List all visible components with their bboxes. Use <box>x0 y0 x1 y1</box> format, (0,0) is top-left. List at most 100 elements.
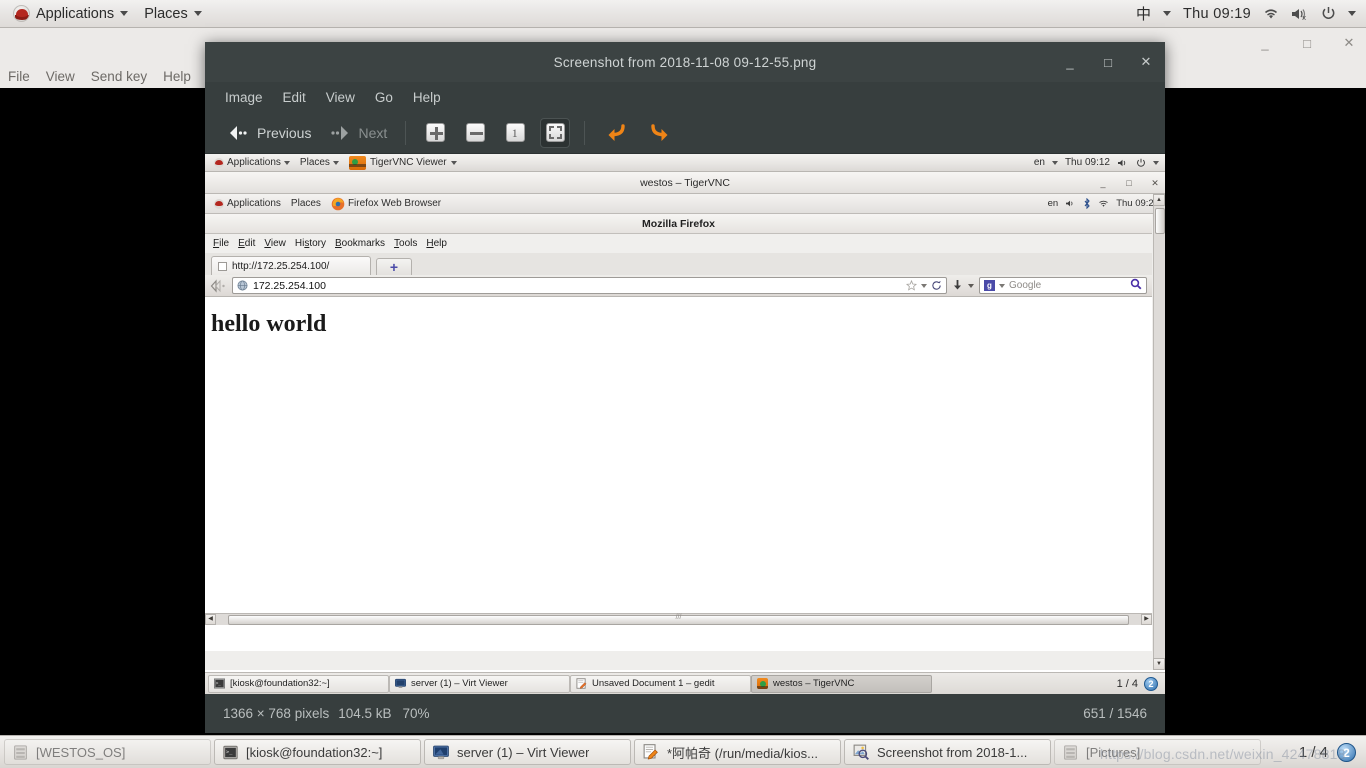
bg-minimize-button[interactable]: _ <box>1258 36 1272 51</box>
firefox-menu-tools[interactable]: Tools <box>394 238 417 249</box>
image-viewer-minimize-button[interactable]: _ <box>1063 55 1077 70</box>
taskbar-item-screenshot[interactable]: Screenshot from 2018-1... <box>844 739 1051 765</box>
download-arrow-icon[interactable] <box>952 279 963 292</box>
taskbar-item-terminal[interactable]: >_ [kiosk@foundation32:~] <box>214 739 421 765</box>
menu-help[interactable]: Help <box>413 90 441 105</box>
scroll-down-arrow[interactable]: ▼ <box>1153 658 1165 670</box>
taskbar-item-virt-viewer[interactable]: server (1) – Virt Viewer <box>424 739 631 765</box>
applications-menu[interactable]: Applications <box>6 2 135 25</box>
bg-menu-help[interactable]: Help <box>163 69 191 84</box>
places-menu[interactable]: Places <box>137 3 209 25</box>
chevron-down-icon[interactable] <box>1153 160 1159 165</box>
inner-places-menu[interactable]: Places <box>295 157 344 168</box>
rotate-clockwise-button[interactable] <box>643 116 677 150</box>
power-icon[interactable] <box>1321 6 1336 21</box>
taskbar-item-label: [kiosk@foundation32:~] <box>246 744 383 760</box>
bg-menu-send-key[interactable]: Send key <box>91 69 147 84</box>
menu-image[interactable]: Image <box>225 90 263 105</box>
workspace-indicator[interactable]: 1 / 4 <box>1299 744 1328 761</box>
zoom-in-button[interactable] <box>420 118 450 148</box>
inner-workspace-badge[interactable]: 2 <box>1144 676 1158 691</box>
firefox-titlebar[interactable]: Mozilla Firefox <box>205 214 1152 234</box>
url-bar[interactable]: 172.25.254.100 <box>232 277 947 294</box>
volume-muted-icon[interactable] <box>1117 158 1129 168</box>
inner-taskbar-item-terminal[interactable]: >_ [kiosk@foundation32:~] <box>208 674 389 693</box>
horizontal-scroll-thumb[interactable] <box>228 614 1129 625</box>
inner-workspace-indicator[interactable]: 1 / 4 <box>1117 678 1138 690</box>
scroll-left-arrow[interactable]: ◀ <box>205 614 216 625</box>
firefox-menu-bookmarks[interactable]: Bookmarks <box>335 238 385 249</box>
taskbar-item-pictures[interactable]: [Pictures] <box>1054 739 1261 765</box>
wifi-icon[interactable] <box>1098 199 1109 209</box>
rotate-counterclockwise-button[interactable] <box>599 116 633 150</box>
power-icon[interactable] <box>1136 158 1146 168</box>
bg-close-button[interactable]: ✕ <box>1342 35 1356 51</box>
normal-size-button[interactable]: 1 <box>500 118 530 148</box>
inner-taskbar-item-gedit[interactable]: Unsaved Document 1 – gedit <box>570 674 751 693</box>
tigervnc-close-button[interactable]: ✕ <box>1151 178 1159 189</box>
firefox-menu-help[interactable]: Help <box>426 238 447 249</box>
inner-clock[interactable]: Thu 09:12 <box>1065 157 1110 168</box>
inner-taskbar-item-virt-viewer[interactable]: server (1) – Virt Viewer <box>389 674 570 693</box>
menu-edit[interactable]: Edit <box>283 90 306 105</box>
workspace-badge[interactable]: 2 <box>1337 742 1356 762</box>
image-viewer-maximize-button[interactable]: □ <box>1101 55 1115 70</box>
search-provider-icon[interactable]: g <box>984 280 995 291</box>
chevron-down-icon[interactable] <box>999 283 1005 288</box>
firefox-menu-history[interactable]: History <box>295 238 326 249</box>
star-icon[interactable] <box>906 280 917 291</box>
image-display-area[interactable]: Applications Places TigerVNC Viewer en T… <box>205 154 1165 694</box>
chevron-down-icon[interactable] <box>921 283 927 288</box>
vnc-firefox-launcher[interactable]: Firefox Web Browser <box>326 197 446 211</box>
scroll-up-arrow[interactable]: ▲ <box>1153 194 1165 206</box>
vnc-applications-menu[interactable]: Applications <box>209 198 286 209</box>
search-placeholder: Google <box>1009 280 1042 291</box>
best-fit-button[interactable] <box>540 117 571 148</box>
image-position: 651 / 1546 <box>1083 705 1147 721</box>
inner-applications-menu[interactable]: Applications <box>209 157 295 168</box>
vertical-scrollbar[interactable]: ▲ ▼ <box>1153 194 1165 670</box>
scroll-right-arrow[interactable]: ▶ <box>1141 614 1152 625</box>
bg-maximize-button[interactable]: □ <box>1300 36 1314 51</box>
previous-image-button[interactable]: Previous <box>219 120 320 146</box>
volume-icon[interactable] <box>1065 199 1076 208</box>
chevron-down-icon[interactable] <box>968 283 974 288</box>
image-viewer-menubar: Image Edit View Go Help <box>205 82 1165 112</box>
tigervnc-minimize-button[interactable]: _ <box>1099 178 1107 188</box>
chevron-down-icon[interactable] <box>1348 11 1356 16</box>
vertical-scroll-thumb[interactable] <box>1155 208 1165 234</box>
reload-icon[interactable] <box>931 280 942 291</box>
vnc-keyboard-layout[interactable]: en <box>1048 198 1059 209</box>
image-viewer-close-button[interactable]: ✕ <box>1139 54 1153 70</box>
volume-muted-icon[interactable]: x <box>1291 7 1309 21</box>
bluetooth-icon[interactable] <box>1083 198 1091 209</box>
firefox-menu-view[interactable]: View <box>264 238 286 249</box>
inner-keyboard-layout[interactable]: en <box>1034 157 1045 168</box>
tigervnc-titlebar[interactable]: westos – TigerVNC _ □ ✕ <box>205 172 1165 194</box>
clock[interactable]: Thu 09:19 <box>1183 6 1251 22</box>
zoom-out-button[interactable] <box>460 118 490 148</box>
vnc-places-menu[interactable]: Places <box>286 198 326 209</box>
bg-menu-view[interactable]: View <box>46 69 75 84</box>
firefox-menu-file[interactable]: File <box>213 238 229 249</box>
horizontal-scrollbar[interactable]: ◀ ▶ <box>205 613 1152 625</box>
firefox-tab[interactable]: http://172.25.254.100/ <box>211 256 371 275</box>
menu-view[interactable]: View <box>326 90 355 105</box>
next-image-button[interactable]: Next <box>320 120 396 146</box>
bg-menu-file[interactable]: File <box>8 69 30 84</box>
inner-taskbar-item-tigervnc[interactable]: westos – TigerVNC <box>751 674 932 693</box>
image-viewer-titlebar[interactable]: Screenshot from 2018-11-08 09-12-55.png … <box>205 42 1165 82</box>
taskbar-item-gedit-apache[interactable]: *阿帕奇 (/run/media/kios... <box>634 739 841 765</box>
wifi-icon[interactable] <box>1263 7 1279 21</box>
tigervnc-maximize-button[interactable]: □ <box>1125 178 1133 188</box>
menu-go[interactable]: Go <box>375 90 393 105</box>
back-forward-icon[interactable] <box>210 278 227 293</box>
firefox-menu-edit[interactable]: Edit <box>238 238 255 249</box>
input-method-indicator[interactable]: 中 <box>1136 3 1151 24</box>
inner-tigervnc-app-menu[interactable]: TigerVNC Viewer <box>344 155 462 170</box>
search-icon[interactable] <box>1130 278 1142 290</box>
search-box[interactable]: g Google <box>979 277 1147 294</box>
taskbar-item-westos-os[interactable]: [WESTOS_OS] <box>4 739 211 765</box>
new-tab-button[interactable]: + <box>376 258 412 275</box>
redhat-logo-icon <box>214 198 224 209</box>
